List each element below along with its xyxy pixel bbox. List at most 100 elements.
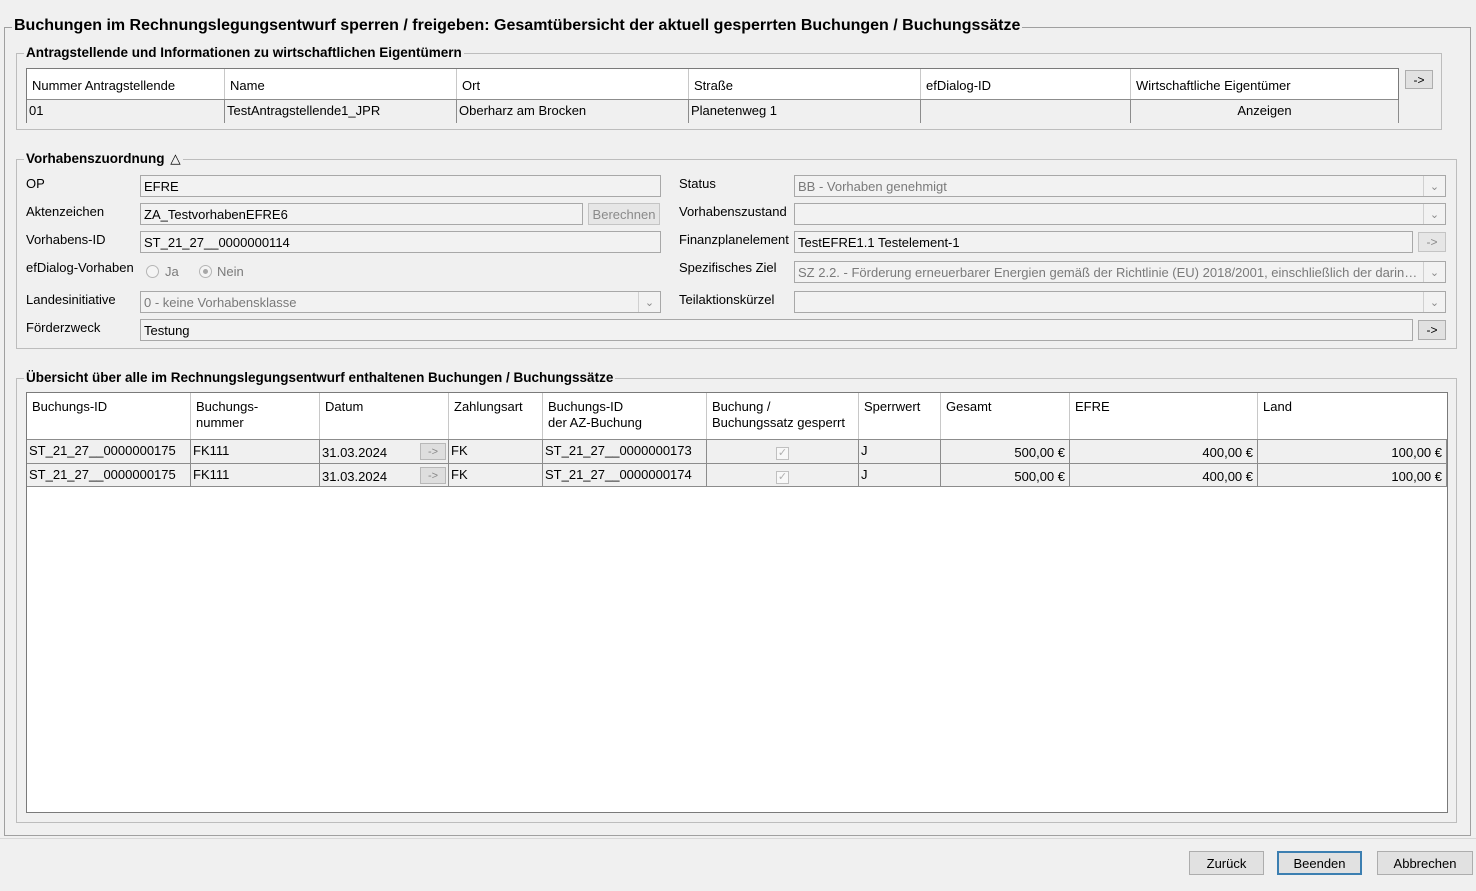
col-header-gesamt[interactable]: Gesamt [941,393,1070,439]
radio-ja-label: Ja [165,264,179,279]
foerderzweck-field[interactable]: Testung [140,319,1413,341]
col-header-buchungs-id[interactable]: Buchungs-ID [27,393,191,439]
assignment-legend-text: Vorhabenszuordnung [26,151,165,166]
anzeigen-button[interactable]: Anzeigen [1131,100,1399,123]
cell-buchungsnummer: FK111 [191,464,320,486]
col-header-land[interactable]: Land [1258,393,1447,439]
applicants-header: Nummer Antragstellende Name Ort Straße e… [27,69,1398,99]
op-field[interactable]: EFRE [140,175,661,197]
cell-name: TestAntragstellende1_JPR [225,100,457,123]
teilaktionskuerzel-select[interactable]: ⌄ [794,291,1446,313]
radio-nein[interactable] [199,265,212,278]
col-header-az-buchung-id[interactable]: Buchungs-ID der AZ-Buchung [543,393,707,439]
col-header-efre[interactable]: EFRE [1070,393,1258,439]
cell-sperrwert: J [859,440,941,463]
vorhabenszustand-select[interactable]: ⌄ [794,203,1446,225]
cell-efre: 400,00 € [1070,440,1258,463]
chevron-down-icon: ⌄ [1423,262,1445,282]
booking-row[interactable]: ST_21_27__0000000175 FK111 31.03.2024 ->… [27,463,1447,487]
cell-efdialog-id [921,100,1131,123]
abbrechen-button[interactable]: Abbrechen [1377,851,1473,875]
col-header-datum[interactable]: Datum [320,393,449,439]
landesinitiative-label: Landesinitiative [26,292,116,307]
datum-arrow-button[interactable]: -> [420,467,446,484]
cell-zahlungsart: FK [449,464,543,486]
chevron-down-icon: ⌄ [638,292,660,312]
cell-gesamt: 500,00 € [941,464,1070,486]
foerderzweck-expand-button[interactable]: -> [1418,320,1446,340]
cell-buchungsnummer: FK111 [191,440,320,463]
col-header-strasse[interactable]: Straße [689,69,921,99]
finanzplanelement-button[interactable]: -> [1418,232,1446,252]
status-select[interactable]: BB - Vorhaben genehmigt ⌄ [794,175,1446,197]
vorhabens-id-field[interactable]: ST_21_27__0000000114 [140,231,661,253]
vorhabenszustand-label: Vorhabenszustand [679,204,787,219]
cell-nummer: 01 [27,100,225,123]
assignment-legend: Vorhabenszuordnung △ [24,151,183,167]
gesperrt-checkbox[interactable]: ✓ [776,471,789,484]
finanzplanelement-label: Finanzplanelement [679,232,789,247]
cell-efre: 400,00 € [1070,464,1258,486]
zurueck-label: Zurück [1206,855,1247,871]
aktenzeichen-field[interactable]: ZA_TestvorhabenEFRE6 [140,203,583,225]
applicants-table: Nummer Antragstellende Name Ort Straße e… [26,68,1399,123]
col-header-sperrwert[interactable]: Sperrwert [859,393,941,439]
berechnen-button[interactable]: Berechnen [588,203,660,225]
cell-strasse: Planetenweg 1 [689,100,921,123]
applicant-row[interactable]: 01 TestAntragstellende1_JPR Oberharz am … [27,99,1399,123]
col-header-ort[interactable]: Ort [457,69,689,99]
collapse-triangle-icon[interactable]: △ [170,151,180,166]
footer-separator [0,838,1476,839]
cell-land: 100,00 € [1258,464,1447,486]
col-header-eigentuemer[interactable]: Wirtschaftliche Eigentümer [1131,69,1399,99]
col-header-efdialog-id[interactable]: efDialog-ID [921,69,1131,99]
applicants-expand-button[interactable]: -> [1405,70,1433,89]
col-header-nummer[interactable]: Nummer Antragstellende [27,69,225,99]
chevron-down-icon: ⌄ [1423,204,1445,224]
landesinitiative-select[interactable]: 0 - keine Vorhabensklasse ⌄ [140,291,661,313]
beenden-button[interactable]: Beenden [1277,851,1362,875]
cell-zahlungsart: FK [449,440,543,463]
booking-row[interactable]: ST_21_27__0000000175 FK111 31.03.2024 ->… [27,439,1447,463]
chevron-down-icon: ⌄ [1423,292,1445,312]
cell-sperrwert: J [859,464,941,486]
col-header-zahlungsart[interactable]: Zahlungsart [449,393,543,439]
datum-value: 31.03.2024 [322,445,388,460]
cell-az-buchung-id: ST_21_27__0000000174 [543,464,707,486]
radio-nein-label: Nein [217,264,244,279]
spezifisches-ziel-label: Spezifisches Ziel [679,260,777,275]
col-header-name[interactable]: Name [225,69,457,99]
cell-buchungs-id: ST_21_27__0000000175 [27,464,191,486]
op-label: OP [26,176,45,191]
applicants-legend: Antragstellende und Informationen zu wir… [24,45,464,60]
gesperrt-checkbox[interactable]: ✓ [776,447,789,460]
cell-gesperrt: ✓ [707,440,859,463]
spezifisches-ziel-value: SZ 2.2. - Förderung erneuerbarer Energie… [798,265,1437,280]
zurueck-button[interactable]: Zurück [1189,851,1264,875]
beenden-label: Beenden [1293,855,1346,871]
datum-value: 31.03.2024 [322,469,388,484]
bookings-table: Buchungs-ID Buchungs- nummer Datum Zahlu… [26,392,1448,813]
cell-gesperrt: ✓ [707,464,859,486]
efdialog-vorhaben-label: efDialog-Vorhaben [26,260,134,275]
cell-datum: 31.03.2024 -> [320,440,449,463]
cell-land: 100,00 € [1258,440,1447,463]
datum-arrow-button[interactable]: -> [420,443,446,460]
landesinitiative-value: 0 - keine Vorhabensklasse [144,295,297,310]
cell-ort: Oberharz am Brocken [457,100,689,123]
status-value: BB - Vorhaben genehmigt [798,179,947,194]
bookings-header: Buchungs-ID Buchungs- nummer Datum Zahlu… [27,393,1447,439]
col-header-buchungsnummer[interactable]: Buchungs- nummer [191,393,320,439]
cell-gesamt: 500,00 € [941,440,1070,463]
teilaktionskuerzel-label: Teilaktionskürzel [679,292,775,307]
bookings-legend: Übersicht über alle im Rechnungslegungse… [24,370,616,385]
col-header-gesperrt[interactable]: Buchung / Buchungssatz gesperrt [707,393,859,439]
spezifisches-ziel-select[interactable]: SZ 2.2. - Förderung erneuerbarer Energie… [794,261,1446,283]
vorhabens-id-label: Vorhabens-ID [26,232,106,247]
radio-ja[interactable] [146,265,159,278]
window-title: Buchungen im Rechnungslegungsentwurf spe… [12,17,1023,35]
finanzplanelement-field[interactable]: TestEFRE1.1 Testelement-1 [794,231,1413,253]
abbrechen-label: Abbrechen [1393,855,1457,871]
cell-datum: 31.03.2024 -> [320,464,449,486]
cell-az-buchung-id: ST_21_27__0000000173 [543,440,707,463]
